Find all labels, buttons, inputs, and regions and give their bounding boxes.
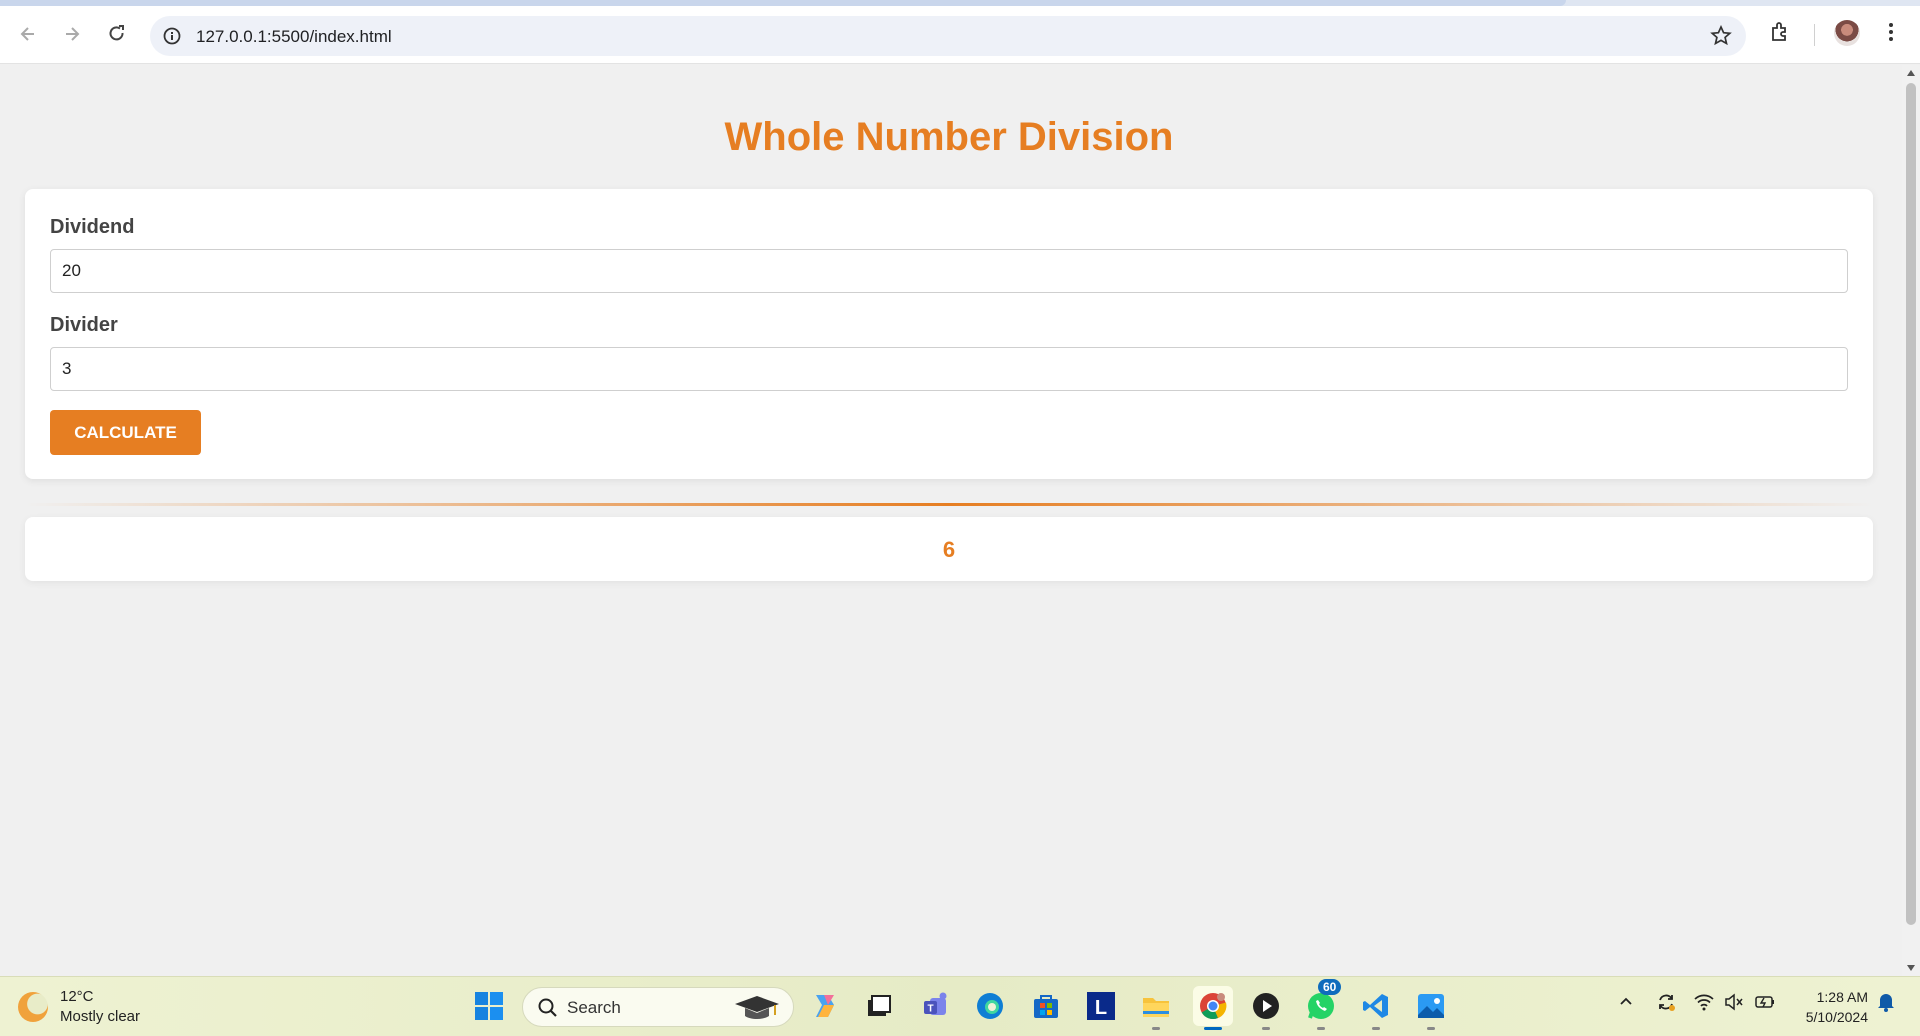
wifi-icon[interactable] <box>1694 993 1714 1016</box>
result-card: 6 <box>25 517 1873 581</box>
divider-input[interactable] <box>50 347 1848 391</box>
chrome-icon[interactable] <box>1193 986 1233 1026</box>
reload-button[interactable] <box>102 19 132 49</box>
search-icon <box>538 998 557 1017</box>
file-stack-icon[interactable] <box>862 989 896 1023</box>
search-label: Search <box>567 998 621 1017</box>
media-player-icon[interactable] <box>1249 989 1283 1023</box>
chevron-up-icon[interactable] <box>1618 993 1634 1014</box>
edge-icon[interactable] <box>973 989 1007 1023</box>
graduation-cap-icon <box>735 996 779 1019</box>
dividend-input[interactable] <box>50 249 1848 293</box>
l-app-icon[interactable]: L <box>1084 989 1118 1023</box>
whatsapp-running-indicator <box>1317 1027 1325 1030</box>
sync-icon[interactable] <box>1655 991 1677 1018</box>
bookmark-star-icon[interactable] <box>1710 24 1732 52</box>
input-card: Dividend Divider CALCULATE <box>25 189 1873 479</box>
forward-arrow-icon <box>66 27 80 41</box>
vscode-icon[interactable] <box>1359 989 1393 1023</box>
browser-toolbar: 127.0.0.1:5500/index.html <box>0 6 1920 64</box>
copilot-icon[interactable] <box>808 989 842 1023</box>
toolbar-separator <box>1814 24 1815 46</box>
dividend-label: Dividend <box>50 216 135 238</box>
photos-running-indicator <box>1427 1027 1435 1030</box>
file-explorer-icon[interactable] <box>1139 989 1173 1023</box>
vscode-running-indicator <box>1372 1027 1380 1030</box>
svg-text:L: L <box>1095 997 1107 1019</box>
taskbar-search[interactable]: Search <box>522 987 794 1027</box>
scroll-up-arrow-icon[interactable] <box>1907 70 1915 76</box>
divider-label: Divider <box>50 314 118 336</box>
notification-bell-icon[interactable] <box>1876 991 1896 1018</box>
scroll-down-arrow-icon[interactable] <box>1907 965 1915 971</box>
teams-icon[interactable]: T <box>919 989 953 1023</box>
chrome-active-indicator <box>1204 1027 1222 1030</box>
browser-menu-icon[interactable] <box>1886 20 1896 49</box>
explorer-running-indicator <box>1152 1027 1160 1030</box>
battery-icon[interactable] <box>1754 993 1776 1016</box>
extensions-icon[interactable] <box>1768 20 1792 49</box>
reload-icon <box>109 25 124 41</box>
weather-widget[interactable]: 12°C Mostly clear <box>18 987 140 1027</box>
clock-time: 1:28 AM <box>1816 989 1868 1005</box>
photos-icon[interactable] <box>1414 989 1448 1023</box>
page-viewport: Whole Number Division Dividend Divider C… <box>0 65 1902 976</box>
windows-taskbar: 12°C Mostly clear Search T L 60 1:28 AM … <box>0 976 1920 1036</box>
address-bar[interactable]: 127.0.0.1:5500/index.html <box>150 16 1746 56</box>
profile-avatar[interactable] <box>1834 20 1860 46</box>
svg-text:T: T <box>927 1004 933 1015</box>
back-button[interactable] <box>13 19 43 49</box>
site-info-icon[interactable] <box>162 26 182 51</box>
result-value: 6 <box>942 537 956 562</box>
scrollbar-thumb[interactable] <box>1906 83 1916 925</box>
calculate-button[interactable]: CALCULATE <box>50 410 201 455</box>
system-clock[interactable]: 1:28 AM 5/10/2024 <box>1796 987 1868 1027</box>
url-text[interactable]: 127.0.0.1:5500/index.html <box>196 27 392 47</box>
speaker-muted-icon[interactable] <box>1724 993 1744 1016</box>
weather-description: Mostly clear <box>60 1008 141 1025</box>
page-title: Whole Number Division <box>724 115 1174 159</box>
avatar <box>1834 20 1860 46</box>
forward-button[interactable] <box>57 19 87 49</box>
back-arrow-icon <box>20 27 34 41</box>
windows-start-icon[interactable] <box>472 989 506 1023</box>
weather-temperature: 12°C <box>60 988 94 1005</box>
media-running-indicator <box>1262 1027 1270 1030</box>
microsoft-store-icon[interactable] <box>1029 989 1063 1023</box>
result-divider <box>25 503 1873 506</box>
vertical-scrollbar[interactable] <box>1902 65 1920 976</box>
whatsapp-notification-badge: 60 <box>1318 979 1342 995</box>
moon-weather-icon <box>18 992 48 1022</box>
clock-date: 5/10/2024 <box>1805 1009 1868 1025</box>
